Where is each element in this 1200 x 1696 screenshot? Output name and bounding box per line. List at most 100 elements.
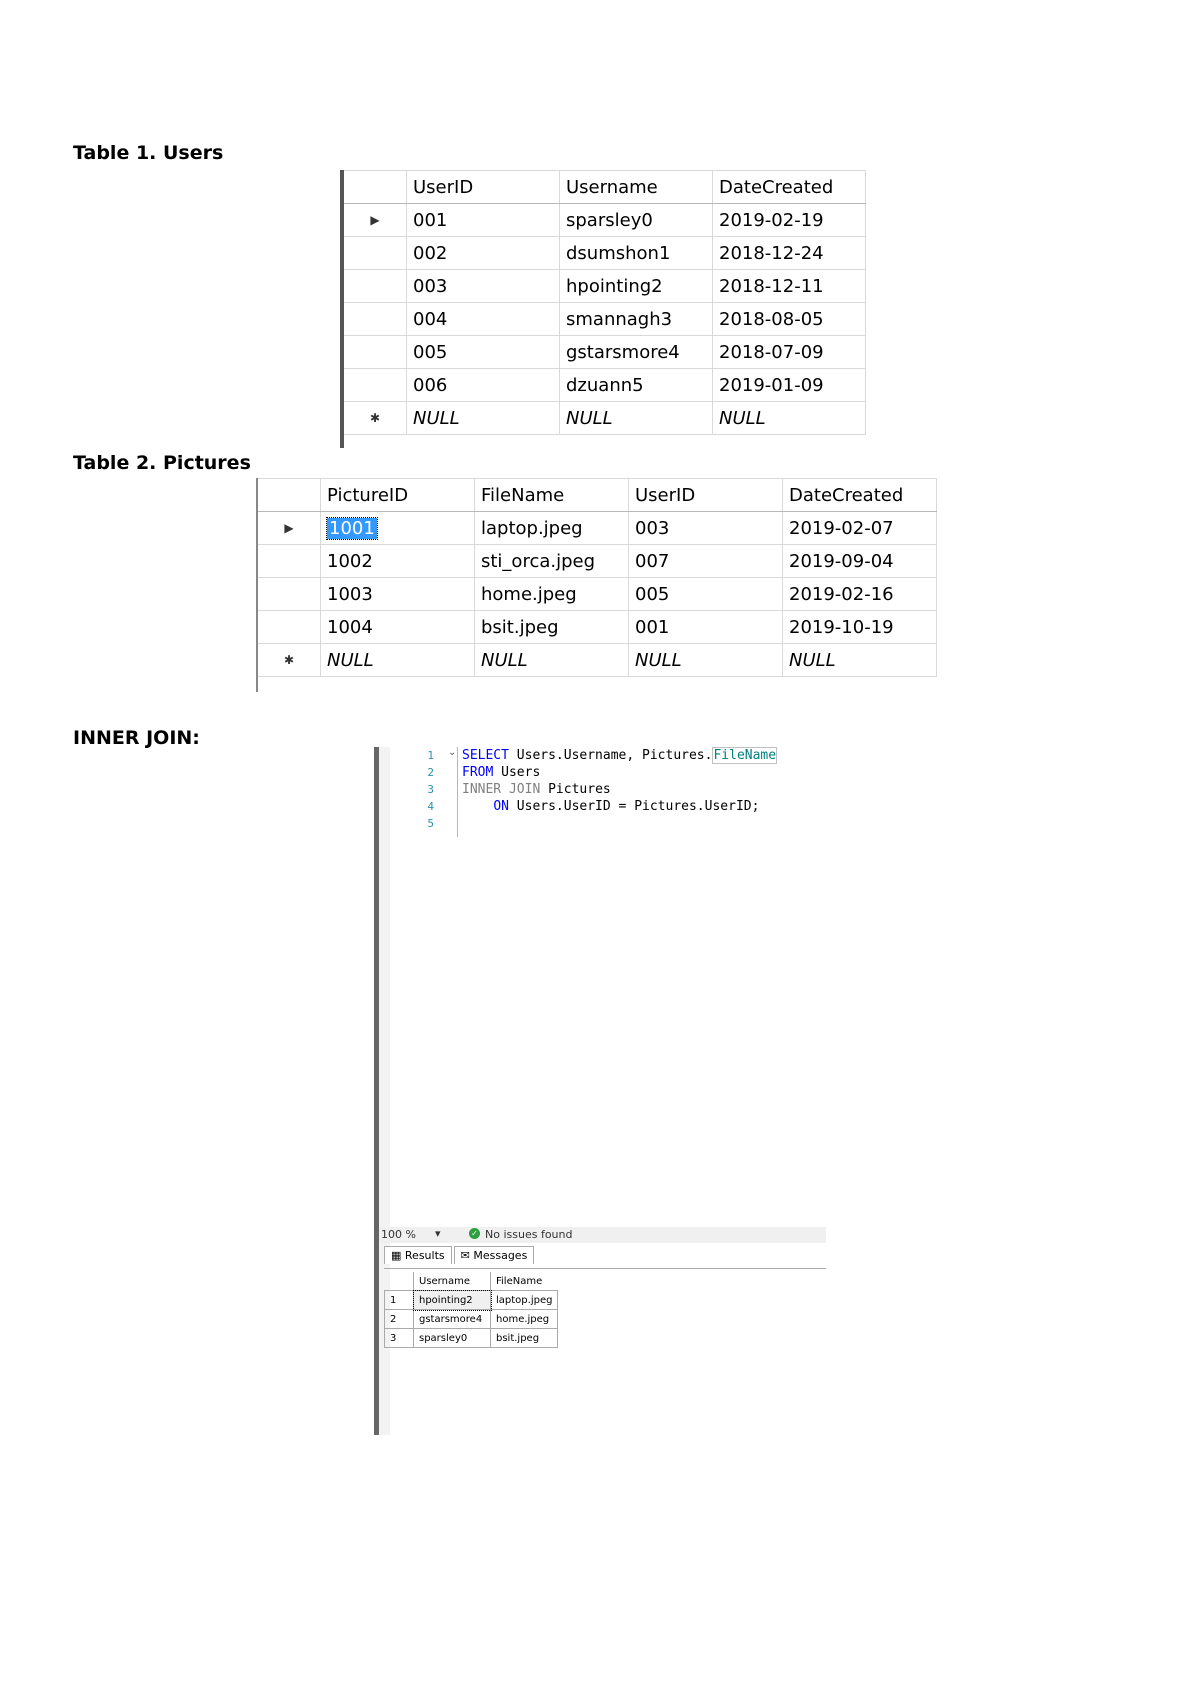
table-cell[interactable]: 2019-02-07 (782, 511, 937, 545)
table-row[interactable]: 3 sparsley0 bsit.jpeg (384, 1328, 559, 1348)
table-row[interactable]: 1004 bsit.jpeg 001 2019-10-19 (258, 610, 937, 644)
table-cell[interactable]: 002 (406, 236, 560, 270)
new-row[interactable]: ✱ NULL NULL NULL (344, 401, 866, 435)
row-selector[interactable] (344, 368, 407, 402)
column-header[interactable]: DateCreated (712, 170, 866, 204)
table-cell[interactable]: dsumshon1 (559, 236, 713, 270)
table-cell[interactable]: NULL (628, 643, 783, 677)
tab-divider (384, 1268, 826, 1269)
line-number: 5 (427, 817, 434, 830)
table-cell[interactable]: hpointing2 (559, 269, 713, 303)
table-row[interactable]: ▶ 001 sparsley0 2019-02-19 (344, 203, 866, 237)
table-row[interactable]: 005 gstarsmore4 2018-07-09 (344, 335, 866, 369)
table-cell[interactable]: laptop.jpeg (489, 1290, 559, 1310)
row-selector[interactable] (344, 269, 407, 303)
table-cell[interactable]: home.jpeg (474, 577, 629, 611)
code-area[interactable]: SELECT Users.Username, Pictures.FileName… (462, 747, 778, 832)
table-cell[interactable]: smannagh3 (559, 302, 713, 336)
table-row[interactable]: 1002 sti_orca.jpeg 007 2019-09-04 (258, 544, 937, 578)
row-selector[interactable] (258, 577, 321, 611)
table-cell[interactable]: bsit.jpeg (474, 610, 629, 644)
table-cell[interactable]: 003 (406, 269, 560, 303)
row-selector[interactable] (258, 610, 321, 644)
selected-cell-text[interactable]: 1001 (326, 516, 378, 540)
table-cell[interactable]: 004 (406, 302, 560, 336)
row-selector[interactable] (344, 302, 407, 336)
table-cell[interactable]: 2019-02-16 (782, 577, 937, 611)
table-cell[interactable]: 2019-01-09 (712, 368, 866, 402)
tab-messages[interactable]: ✉ Messages (453, 1246, 535, 1264)
table-row[interactable]: 004 smannagh3 2018-08-05 (344, 302, 866, 336)
table-cell[interactable]: sparsley0 (559, 203, 713, 237)
table-cell[interactable]: home.jpeg (489, 1309, 559, 1329)
table-cell[interactable]: 2019-02-19 (712, 203, 866, 237)
table-cell[interactable]: NULL (406, 401, 560, 435)
code-line-3[interactable]: INNER JOIN Pictures (462, 781, 777, 798)
table-cell[interactable]: NULL (559, 401, 713, 435)
table-cell[interactable]: 003 (628, 511, 783, 545)
column-header[interactable]: UserID (406, 170, 560, 204)
code-line-4[interactable]: ON Users.UserID = Pictures.UserID; (462, 798, 777, 815)
code-text: Pictures (540, 782, 611, 797)
table-row[interactable]: 1003 home.jpeg 005 2019-02-16 (258, 577, 937, 611)
table-row[interactable]: ▶ 1001 laptop.jpeg 003 2019-02-07 (258, 511, 937, 545)
pictures-table: PictureID FileName UserID DateCreated ▶ … (258, 478, 937, 677)
current-row-arrow-icon: ▶ (258, 511, 321, 545)
table-cell[interactable]: 2018-12-24 (712, 236, 866, 270)
table-cell[interactable]: 001 (406, 203, 560, 237)
table-cell[interactable]: 1004 (320, 610, 475, 644)
table-cell[interactable]: sti_orca.jpeg (474, 544, 629, 578)
collapse-chevron-icon[interactable]: ⌄ (448, 747, 456, 758)
column-header[interactable]: FileName (489, 1272, 558, 1291)
column-header[interactable]: Username (559, 170, 713, 204)
table-cell[interactable]: NULL (474, 643, 629, 677)
table-cell[interactable]: dzuann5 (559, 368, 713, 402)
row-selector-header (344, 170, 407, 204)
line-number: 3 (427, 783, 434, 796)
table-cell[interactable]: 001 (628, 610, 783, 644)
table-cell[interactable]: 1003 (320, 577, 475, 611)
table-cell[interactable]: sparsley0 (413, 1328, 491, 1348)
column-header[interactable]: DateCreated (782, 478, 937, 512)
code-line-1[interactable]: SELECT Users.Username, Pictures.FileName (462, 747, 778, 764)
table-cell[interactable]: 007 (628, 544, 783, 578)
table-cell[interactable]: 006 (406, 368, 560, 402)
table-cell[interactable]: gstarsmore4 (559, 335, 713, 369)
table-row[interactable]: 1 hpointing2 laptop.jpeg (384, 1289, 559, 1311)
table-cell[interactable]: 1001 (320, 511, 475, 545)
table-row[interactable]: 006 dzuann5 2019-01-09 (344, 368, 866, 402)
table-cell[interactable]: 005 (628, 577, 783, 611)
table-cell[interactable]: NULL (712, 401, 866, 435)
table-cell[interactable]: 2018-12-11 (712, 269, 866, 303)
zoom-dropdown-icon[interactable]: ▾ (435, 1227, 441, 1240)
column-header[interactable]: UserID (628, 478, 783, 512)
table-cell[interactable]: 2019-09-04 (782, 544, 937, 578)
table-row[interactable]: 2 gstarsmore4 home.jpeg (384, 1309, 559, 1329)
table-row[interactable]: 002 dsumshon1 2018-12-24 (344, 236, 866, 270)
row-selector[interactable] (344, 236, 407, 270)
table-cell[interactable]: 2018-08-05 (712, 302, 866, 336)
table-row[interactable]: 003 hpointing2 2018-12-11 (344, 269, 866, 303)
table-cell[interactable]: 005 (406, 335, 560, 369)
table-cell[interactable]: 1002 (320, 544, 475, 578)
table-cell[interactable]: 2018-07-09 (712, 335, 866, 369)
table-cell[interactable]: bsit.jpeg (489, 1328, 559, 1348)
table-cell[interactable]: NULL (320, 643, 475, 677)
code-line-5[interactable] (462, 815, 777, 832)
table-cell[interactable]: hpointing2 (412, 1289, 492, 1311)
column-header[interactable]: PictureID (320, 478, 475, 512)
current-row-arrow-icon: ▶ (344, 203, 407, 237)
code-line-2[interactable]: FROM Users (462, 764, 777, 781)
status-bar: 100 % ▾ ✓ No issues found (379, 1227, 826, 1243)
new-row[interactable]: ✱ NULL NULL NULL NULL (258, 643, 937, 677)
table-cell[interactable]: 2019-10-19 (782, 610, 937, 644)
row-selector[interactable] (258, 544, 321, 578)
table-cell[interactable]: NULL (782, 643, 937, 677)
row-selector[interactable] (344, 335, 407, 369)
column-header[interactable]: FileName (474, 478, 629, 512)
column-header[interactable]: Username (413, 1272, 491, 1291)
tab-results[interactable]: ▦ Results (384, 1246, 452, 1264)
zoom-level[interactable]: 100 % (381, 1228, 416, 1241)
table-cell[interactable]: laptop.jpeg (474, 511, 629, 545)
table-cell[interactable]: gstarsmore4 (413, 1309, 491, 1329)
